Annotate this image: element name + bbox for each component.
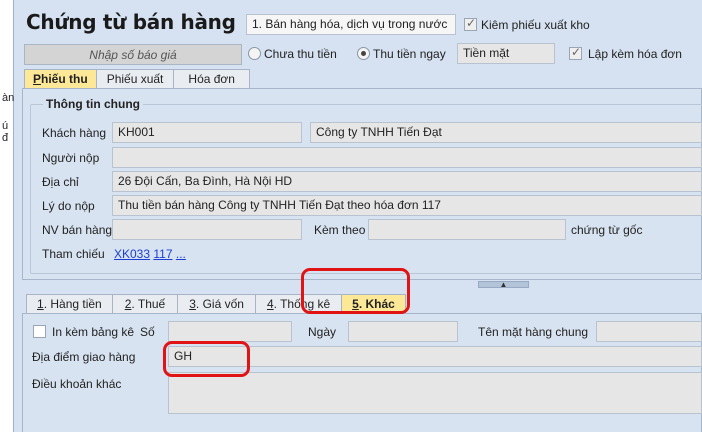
common-item-label: Tên mặt hàng chung <box>478 325 589 339</box>
tab-statistics-num: 4 <box>266 297 274 311</box>
tab-goods-money-num: 1 <box>37 297 44 311</box>
reference-links: XK033 117 ... <box>114 247 186 261</box>
attached-input[interactable] <box>368 219 566 240</box>
common-item-input[interactable] <box>596 321 702 342</box>
tab-cost-label: . Giá vốn <box>195 297 244 311</box>
quote-number-input[interactable]: Nhập số báo giá <box>24 44 242 65</box>
paid-label: Thu tiền ngay <box>373 47 446 61</box>
reference-link-export[interactable]: XK033 <box>114 247 150 261</box>
top-tab-bar: Phiếu thu Phiếu xuất Hóa đơn <box>24 69 250 89</box>
reason-input[interactable]: Thu tiền bán hàng Công ty TNHH Tiến Đạt … <box>112 195 702 216</box>
tab-goods-money[interactable]: 1. Hàng tiền <box>26 294 113 314</box>
terms-label: Điều khoản khác <box>32 377 122 391</box>
tab-receipt-label: hiếu thu <box>41 72 88 86</box>
inventory-label: Kiêm phiếu xuất kho <box>481 18 590 32</box>
reason-label: Lý do nộp <box>42 199 95 213</box>
tab-invoice-label: Hóa đơn <box>188 72 235 86</box>
highlight-other-tab <box>301 268 410 314</box>
tab-receipt-underline: P <box>33 72 42 86</box>
print-list-label: In kèm bảng kê <box>52 325 135 339</box>
tab-cost[interactable]: 3. Giá vốn <box>177 294 256 314</box>
highlight-delivery-field <box>163 341 250 377</box>
tab-goods-money-label: . Hàng tiền <box>43 297 102 311</box>
number-label: Số <box>140 325 155 339</box>
general-group-title: Thông tin chung <box>43 97 143 111</box>
strip-text-2: ú đ <box>2 120 9 144</box>
collapse-splitter[interactable]: ▲ <box>478 280 529 289</box>
voucher-type-select[interactable]: 1. Bán hàng hóa, dịch vụ trong nước <box>246 14 456 35</box>
address-input[interactable]: 26 Đội Cấn, Ba Đình, Hà Nội HD <box>112 171 702 192</box>
tab-tax[interactable]: 2. Thuế <box>111 294 179 314</box>
payer-input[interactable] <box>112 147 702 168</box>
tab-export[interactable]: Phiếu xuất <box>95 69 175 89</box>
print-list-checkbox[interactable] <box>33 325 46 338</box>
terms-textarea[interactable] <box>168 372 702 414</box>
delivery-label: Địa điểm giao hàng <box>32 350 136 364</box>
unpaid-label: Chưa thu tiền <box>264 47 337 61</box>
strip-text-1: àn <box>2 92 15 104</box>
reference-label: Tham chiếu <box>42 247 105 261</box>
paid-radio[interactable] <box>357 47 370 60</box>
page-title: Chứng từ bán hàng <box>26 10 236 34</box>
date-input[interactable] <box>348 321 458 342</box>
reference-link-more[interactable]: ... <box>176 247 186 261</box>
collapse-up-icon: ▲ <box>499 280 508 289</box>
salesman-label: NV bán hàng <box>42 223 113 237</box>
customer-code-input[interactable]: KH001 <box>112 122 302 143</box>
attached-label: Kèm theo <box>314 223 366 237</box>
tab-receipt[interactable]: Phiếu thu <box>24 69 97 89</box>
customer-name-input[interactable]: Công ty TNHH Tiến Đạt <box>310 122 702 143</box>
background-window-strip: àn ú đ <box>0 0 14 432</box>
customer-label: Khách hàng <box>42 126 107 140</box>
reference-link-invoice[interactable]: 117 <box>153 247 172 261</box>
inventory-checkbox[interactable] <box>464 16 477 31</box>
original-docs-label: chứng từ gốc <box>571 223 643 237</box>
payment-method-select[interactable]: Tiền mặt <box>457 43 555 64</box>
salesman-input[interactable] <box>112 219 302 240</box>
payer-label: Người nộp <box>42 151 100 165</box>
unpaid-radio[interactable] <box>248 47 261 60</box>
tab-tax-label: . Thuế <box>131 297 166 311</box>
tab-export-label: Phiếu xuất <box>106 72 164 86</box>
number-input[interactable] <box>168 321 292 342</box>
tab-invoice[interactable]: Hóa đơn <box>173 69 250 89</box>
tab-cost-num: 3 <box>189 297 196 311</box>
invoice-label: Lập kèm hóa đơn <box>588 47 682 61</box>
address-label: Địa chỉ <box>42 175 79 189</box>
date-label: Ngày <box>308 325 337 339</box>
invoice-checkbox[interactable] <box>569 45 582 60</box>
